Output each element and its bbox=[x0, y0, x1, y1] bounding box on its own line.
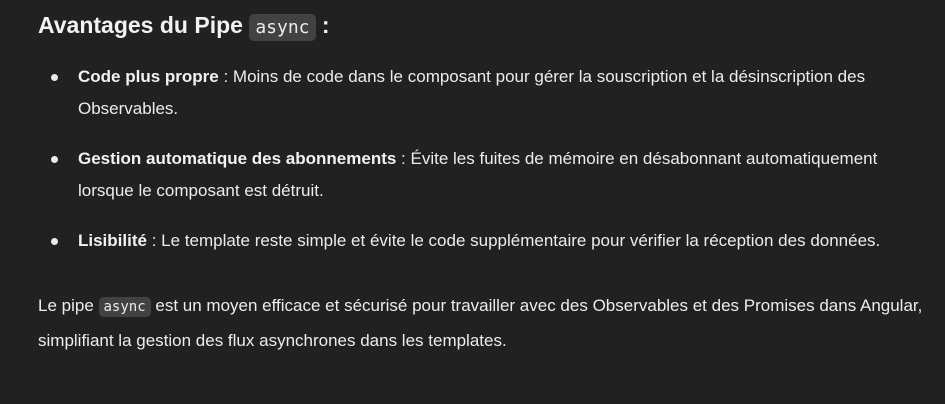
advantages-list: Code plus propre : Moins de code dans le… bbox=[38, 61, 933, 257]
message-content: Avantages du Pipe async : Code plus prop… bbox=[38, 8, 933, 358]
heading-suffix: : bbox=[315, 12, 330, 38]
list-item-term: Gestion automatique des abonnements bbox=[78, 149, 397, 168]
heading-prefix: Avantages du Pipe bbox=[38, 12, 250, 38]
paragraph-suffix: est un moyen efficace et sécurisé pour t… bbox=[38, 296, 923, 350]
list-item-term: Lisibilité bbox=[78, 231, 147, 250]
summary-paragraph: Le pipe async est un moyen efficace et s… bbox=[38, 289, 933, 358]
heading-code: async bbox=[249, 14, 316, 41]
list-item: Code plus propre : Moins de code dans le… bbox=[38, 61, 933, 125]
bullet-icon bbox=[51, 156, 58, 163]
list-item: Lisibilité : Le template reste simple et… bbox=[38, 225, 933, 257]
bullet-icon bbox=[51, 238, 58, 245]
bullet-icon bbox=[51, 74, 58, 81]
list-item: Gestion automatique des abonnements : Év… bbox=[38, 143, 933, 207]
paragraph-code: async bbox=[98, 297, 151, 317]
list-item-term: Code plus propre bbox=[78, 67, 219, 86]
paragraph-prefix: Le pipe bbox=[38, 296, 99, 315]
section-heading: Avantages du Pipe async : bbox=[38, 8, 933, 45]
list-item-text: : Le template reste simple et évite le c… bbox=[146, 231, 881, 250]
